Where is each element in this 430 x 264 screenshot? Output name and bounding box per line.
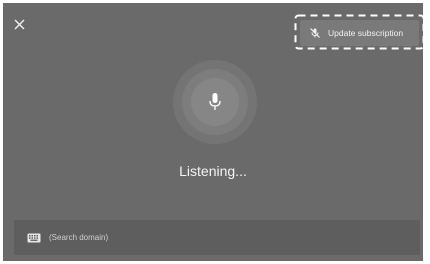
mic-core — [191, 78, 239, 126]
listening-status: Listening... — [179, 163, 247, 179]
voice-search-screen: Update subscription Listening... (Search… — [3, 3, 423, 261]
microphone-button[interactable] — [173, 60, 257, 144]
mic-off-icon — [308, 26, 322, 40]
microphone-icon — [209, 93, 221, 110]
search-placeholder: (Search domain) — [49, 233, 109, 242]
update-subscription-label: Update subscription — [328, 28, 404, 38]
search-bar[interactable]: (Search domain) — [14, 220, 420, 255]
close-button[interactable] — [12, 17, 28, 33]
keyboard-icon — [27, 233, 41, 243]
update-subscription-button[interactable]: Update subscription — [300, 20, 419, 46]
close-icon — [14, 19, 25, 30]
mic-pulse-ring — [182, 69, 248, 135]
